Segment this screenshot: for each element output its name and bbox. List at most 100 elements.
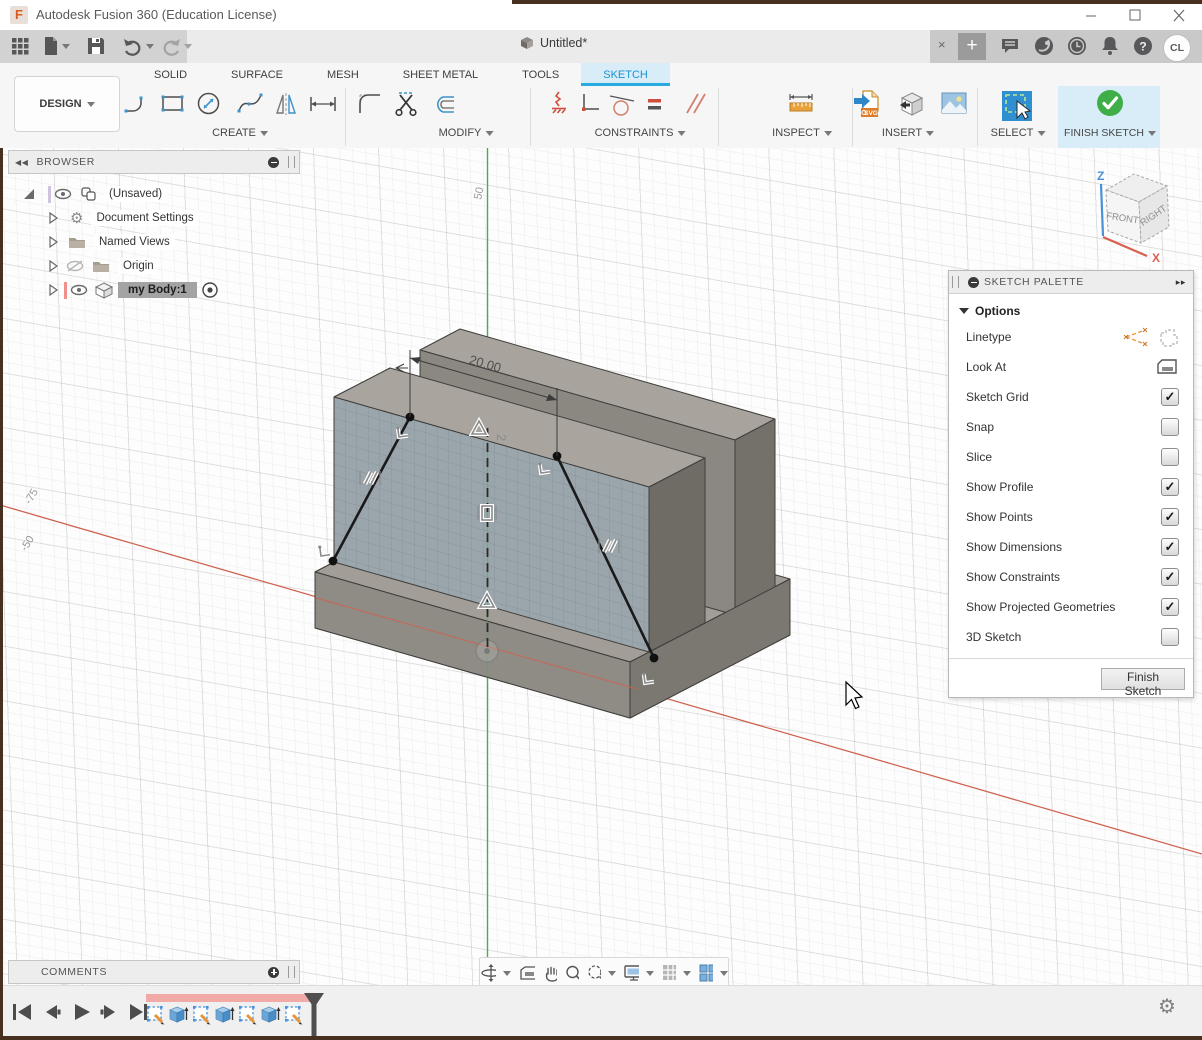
close-button[interactable] xyxy=(1164,4,1194,26)
viewports-icon[interactable] xyxy=(698,963,713,983)
dropdown-caret-icon[interactable] xyxy=(683,971,691,976)
radio-selected-icon[interactable] xyxy=(201,281,219,299)
browser-item-origin[interactable]: Origin xyxy=(8,254,300,278)
tab-surface[interactable]: SURFACE xyxy=(209,63,305,86)
finish-sketch-group-label[interactable]: FINISH SKETCH xyxy=(1064,127,1156,139)
step-forward-button[interactable] xyxy=(97,1000,121,1024)
checkbox-3d-sketch[interactable] xyxy=(1161,628,1179,646)
view-cube[interactable]: Z X FRONT RIGHT TOP xyxy=(1097,148,1169,265)
sketch-palette-header[interactable]: SKETCH PALETTE ▸▸ xyxy=(949,271,1193,294)
undo-button[interactable] xyxy=(122,34,154,58)
constraints-group-label[interactable]: CONSTRAINTS xyxy=(595,127,686,139)
minimize-button[interactable] xyxy=(1076,4,1106,26)
horizontal-vertical-constraint-icon[interactable] xyxy=(576,89,604,119)
measure-tool-icon[interactable] xyxy=(786,89,816,119)
browser-item-unsaved[interactable]: (Unsaved) xyxy=(8,182,300,206)
options-section-header[interactable]: Options xyxy=(949,294,1193,322)
collapse-panel-icon[interactable]: ◀◀ xyxy=(15,158,29,167)
dropdown-caret-icon[interactable] xyxy=(503,971,511,976)
tab-sketch[interactable]: SKETCH xyxy=(581,63,670,86)
checkbox-show-constraints[interactable]: ✓ xyxy=(1161,568,1179,586)
timeline-item-5-sketch[interactable] xyxy=(238,1005,258,1025)
spline-tool-icon[interactable] xyxy=(236,89,264,119)
dropdown-caret-icon[interactable] xyxy=(646,971,654,976)
eye-off-icon[interactable] xyxy=(66,260,84,272)
tab-sheet-metal[interactable]: SHEET METAL xyxy=(381,63,500,86)
timeline-feature-sketch[interactable] xyxy=(146,1005,166,1025)
timeline-item-3-sketch[interactable] xyxy=(192,1005,212,1025)
select-group-label[interactable]: SELECT xyxy=(991,127,1046,139)
tab-solid[interactable]: SOLID xyxy=(132,63,209,86)
create-group-label[interactable]: CREATE xyxy=(212,127,268,139)
grid-settings-icon[interactable] xyxy=(661,963,676,983)
rectangle-tool-icon[interactable] xyxy=(159,89,187,119)
collapsed-arrow-icon[interactable] xyxy=(46,259,60,273)
tab-mesh[interactable]: MESH xyxy=(305,63,381,86)
finish-sketch-button[interactable] xyxy=(1095,88,1125,118)
save-button[interactable] xyxy=(86,34,106,58)
zoom-icon[interactable] xyxy=(564,963,580,983)
timeline-feature-extrude[interactable] xyxy=(215,1005,235,1025)
mirror-tool-icon[interactable] xyxy=(272,89,300,119)
construction-linetype-icon[interactable] xyxy=(1123,327,1149,347)
document-tab[interactable]: Untitled* xyxy=(520,36,587,50)
dropdown-caret-icon[interactable] xyxy=(720,971,728,976)
comments-icon[interactable] xyxy=(999,35,1021,57)
circle-tool-icon[interactable] xyxy=(195,89,223,119)
checkbox-snap[interactable] xyxy=(1161,418,1179,436)
browser-item-document-settings[interactable]: ⚙ Document Settings xyxy=(8,206,300,230)
timeline-feature-sketch[interactable] xyxy=(284,1005,304,1025)
insert-svg-icon[interactable]: SVG xyxy=(852,89,884,121)
timeline-playhead[interactable] xyxy=(303,992,325,1036)
eye-icon[interactable] xyxy=(54,188,72,200)
collapsed-arrow-icon[interactable] xyxy=(46,283,60,297)
hide-panel-icon[interactable] xyxy=(268,157,279,168)
timeline-rollback-bar[interactable] xyxy=(146,994,310,1002)
tab-tools[interactable]: TOOLS xyxy=(500,63,581,86)
redo-button[interactable] xyxy=(160,34,192,58)
checkbox-sketch-grid[interactable]: ✓ xyxy=(1161,388,1179,406)
browser-item-named-views[interactable]: Named Views xyxy=(8,230,300,254)
collapsed-arrow-icon[interactable] xyxy=(46,235,60,249)
checkbox-show-projected-geometries[interactable]: ✓ xyxy=(1161,598,1179,616)
hide-panel-icon[interactable] xyxy=(968,277,979,288)
insert-mesh-icon[interactable] xyxy=(897,89,929,121)
checkbox-show-profile[interactable]: ✓ xyxy=(1161,478,1179,496)
orbit-icon[interactable] xyxy=(480,963,496,983)
timeline-feature-extrude[interactable] xyxy=(169,1005,189,1025)
timeline-item-4-extrude[interactable] xyxy=(215,1005,235,1025)
offset-tool-icon[interactable] xyxy=(430,89,458,119)
new-tab-button[interactable]: + xyxy=(958,33,986,60)
expanded-arrow-icon[interactable] xyxy=(22,187,36,201)
trim-tool-icon[interactable] xyxy=(392,89,420,119)
finish-sketch-palette-button[interactable]: Finish Sketch xyxy=(1101,668,1185,690)
timeline-feature-sketch[interactable] xyxy=(238,1005,258,1025)
look-at-icon[interactable] xyxy=(518,964,534,982)
go-to-start-button[interactable] xyxy=(10,1000,34,1024)
collapse-right-icon[interactable]: ▸▸ xyxy=(1176,277,1186,288)
parallel-constraint-icon[interactable] xyxy=(678,89,708,119)
add-comment-icon[interactable] xyxy=(268,967,279,978)
file-menu-button[interactable] xyxy=(42,34,70,58)
settings-gear-icon[interactable]: ⚙ xyxy=(1158,994,1176,1019)
panel-grip[interactable] xyxy=(288,156,295,168)
equal-constraint-icon[interactable] xyxy=(640,89,668,119)
display-settings-icon[interactable] xyxy=(623,963,639,983)
insert-group-label[interactable]: INSERT xyxy=(882,127,934,139)
modify-group-label[interactable]: MODIFY xyxy=(439,127,494,139)
avatar[interactable]: CL xyxy=(1163,34,1191,62)
fit-icon[interactable] xyxy=(586,963,601,983)
timeline-item-7-sketch[interactable] xyxy=(284,1005,304,1025)
close-tab-icon[interactable]: × xyxy=(938,37,946,52)
viewport[interactable]: -75 -50 50 xyxy=(0,148,1202,985)
comments-header[interactable]: COMMENTS xyxy=(8,960,300,984)
look-at-icon[interactable] xyxy=(1155,357,1179,377)
app-grid-icon[interactable] xyxy=(10,34,30,58)
panel-grip[interactable] xyxy=(288,966,295,978)
panel-grip[interactable] xyxy=(952,276,959,288)
projection-linetype-icon[interactable] xyxy=(1157,327,1179,347)
timeline-feature-extrude[interactable] xyxy=(261,1005,281,1025)
checkbox-show-dimensions[interactable]: ✓ xyxy=(1161,538,1179,556)
dropdown-caret-icon[interactable] xyxy=(608,971,616,976)
eye-icon[interactable] xyxy=(70,284,88,296)
